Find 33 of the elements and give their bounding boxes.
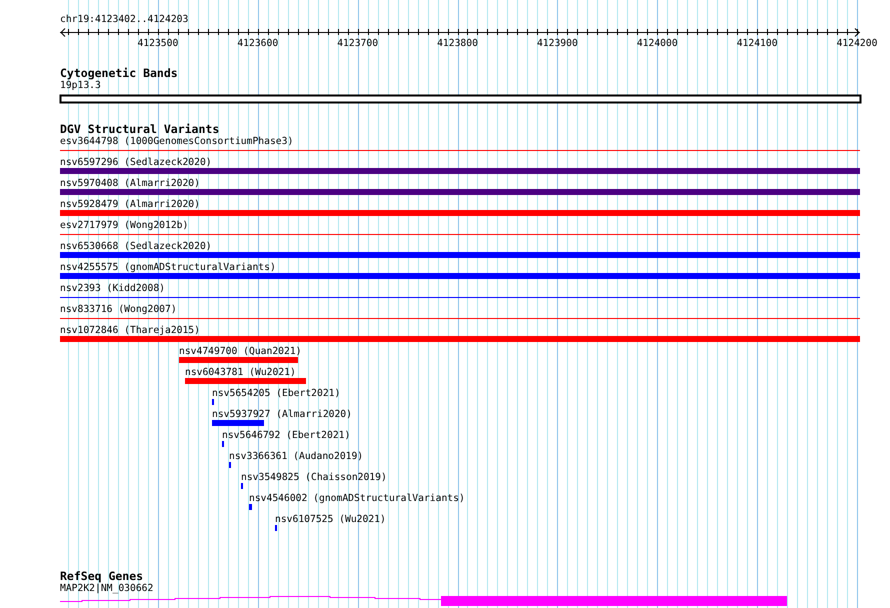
variant-label: esv2717979 (Wong2012b): [60, 220, 188, 231]
tick-label: 4124000: [636, 38, 678, 50]
tick-label: 4124200: [836, 38, 878, 50]
variant-label: nsv6530668 (Sedlazeck2020): [60, 241, 212, 252]
variant-label: nsv6597296 (Sedlazeck2020): [60, 157, 212, 168]
track-title: DGV Structural Variants: [60, 123, 220, 135]
variant-label: nsv5970408 (Almarri2020): [60, 178, 200, 189]
variant-label: nsv3366361 (Audano2019): [229, 451, 364, 462]
variant-label: nsv5928479 (Almarri2020): [60, 199, 200, 210]
variant-label: nsv2393 (Kidd2008): [60, 283, 165, 294]
tick-label: 4123500: [137, 38, 178, 50]
tick-label: 4123700: [337, 38, 378, 50]
tick-label: 4123600: [237, 38, 278, 50]
variant-label: nsv5654205 (Ebert2021): [212, 388, 340, 399]
variant-label: nsv6043781 (Wu2021): [185, 367, 296, 378]
track-title: RefSeq Genes: [60, 570, 144, 582]
variant-label: nsv5646792 (Ebert2021): [222, 430, 350, 441]
track-title: Cytogenetic Bands: [60, 67, 178, 79]
gene-label: MAP2K2|NM_030662: [60, 583, 154, 595]
variant-label: nsv1072846 (Thareja2015): [60, 325, 200, 336]
variant-label: nsv833716 (Wong2007): [60, 304, 177, 315]
variant-label: nsv4749700 (Quan2021): [179, 346, 302, 357]
variant-label: esv3644798 (1000GenomesConsortiumPhase3): [60, 136, 294, 147]
tick-label: 4123900: [536, 38, 578, 50]
variant-label: nsv3549825 (Chaisson2019): [241, 472, 387, 483]
variant-label: nsv4546002 (gnomADStructuralVariants): [249, 493, 465, 504]
band-label: 19p13.3: [60, 80, 101, 92]
variant-label: nsv5937927 (Almarri2020): [212, 409, 352, 420]
tick-label: 4124100: [736, 38, 778, 50]
tick-label: 4123800: [437, 38, 478, 50]
variant-label: nsv6107525 (Wu2021): [275, 514, 386, 525]
variant-label: nsv4255575 (gnomADStructuralVariants): [60, 262, 276, 273]
ruler-position-label: chr19:4123402..4124203: [60, 14, 188, 26]
